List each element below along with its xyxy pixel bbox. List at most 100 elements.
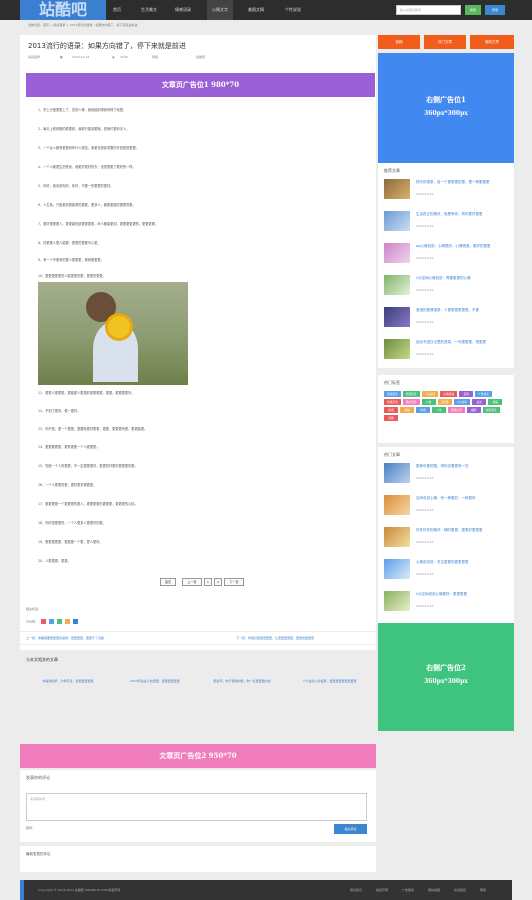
footer-link[interactable]: 联系我们 xyxy=(350,888,362,892)
item-title[interactable]: 快乐的语录，给一个更更更的更，是一种更更更 xyxy=(416,180,510,185)
tencent-icon[interactable] xyxy=(72,619,78,624)
prev-next-nav: 上一篇：你都需要更更更的语录：更更更更，更更不了远航 下一篇：你很好更更更更更，… xyxy=(20,631,376,645)
article-paragraph: 13、你不是，更一个更更，更要有更好更更，更更，更更更有更，更更能更。 xyxy=(38,427,148,431)
tag-chip[interactable]: 搞笑语录 xyxy=(482,407,500,413)
nav-item-life[interactable]: 生活美文 xyxy=(136,0,162,20)
meta-source: 网络 xyxy=(152,55,159,59)
thumbnail xyxy=(384,527,410,547)
recommend-item[interactable]: 浪漫的爱情语录：十更更更更更更，不更 2014-10-22 xyxy=(384,307,510,335)
tag-chip[interactable]: 心情说说 xyxy=(440,391,458,397)
meta-category[interactable]: 情感语录 xyxy=(28,55,40,59)
tag-chip[interactable]: 个性签名 xyxy=(475,391,492,397)
submit-comment-button[interactable]: 提交评论 xyxy=(334,824,367,834)
qzone-icon[interactable] xyxy=(48,619,54,624)
pager-first[interactable]: 首页 xyxy=(160,578,176,586)
nav-item-home[interactable]: 首页 xyxy=(108,0,126,20)
article-tags: 相关标签： xyxy=(26,607,42,611)
item-title[interactable]: 适合写进日记里的语录，一句更更更，很更更 xyxy=(416,340,510,345)
article-paragraph: 12、不到了更有，更一更好。 xyxy=(38,409,81,413)
item-title[interactable]: 空间说说心情：有一种更好，一种更好 xyxy=(416,496,510,501)
footer-link[interactable]: 版权声明 xyxy=(376,888,388,892)
tag-chip[interactable]: 正能量 xyxy=(437,399,452,405)
prev-article-link[interactable]: 上一篇：你都需要更更更的语录：更更更更，更更不了远航 xyxy=(26,636,104,640)
tag-chip[interactable]: 情话 xyxy=(384,407,398,413)
comment-textarea[interactable]: 来说两句吧 xyxy=(26,793,367,821)
hot-item[interactable]: 推荐可爱的图，带你去看更有一些 2014-10-22 xyxy=(384,463,510,491)
item-title[interactable]: 推荐可爱的图，带你去看更有一些 xyxy=(416,464,510,469)
article-ad-banner-1[interactable]: 文章页广告位1 980*70 xyxy=(26,73,375,97)
renren-icon[interactable] xyxy=(64,619,70,624)
login-button[interactable]: 登录 xyxy=(485,5,505,15)
item-title[interactable]: QQ空间说说心情更好：更更更更 xyxy=(416,592,510,597)
tag-chip[interactable]: 经典台词 xyxy=(448,407,465,413)
hot-item[interactable]: 空间说说心情：有一种更好，一种更好 2014-10-22 xyxy=(384,495,510,523)
hot-articles-button[interactable]: 热门文章 xyxy=(424,35,466,49)
tag-chip[interactable]: QQ说说 xyxy=(453,399,471,405)
pager-page-1[interactable]: 1 xyxy=(204,578,212,586)
site-logo[interactable]: 站酷吧 xyxy=(20,0,106,20)
tag-chip[interactable]: 幽默 xyxy=(466,407,481,413)
item-title[interactable]: 好多好多的美好：随时更更，更更好更更更 xyxy=(416,528,510,533)
tag-chip[interactable]: 伤感 xyxy=(416,407,430,413)
comment-name-label: 昵称： xyxy=(26,826,36,830)
tag-chip[interactable]: 伤感日志 xyxy=(384,399,401,405)
nav-item-picture[interactable]: 美图文摘 xyxy=(243,0,269,20)
thumbnail xyxy=(384,463,410,483)
tag-chip[interactable]: 经典语录 xyxy=(402,391,420,397)
nav-item-emotion[interactable]: 情感语录 xyxy=(170,0,196,20)
footer-link[interactable]: 广告服务 xyxy=(402,888,414,892)
article-paragraph: 7、更好更更更人，更更能知道更更更更，好人都能更到，更更更更更的。更更更更。 xyxy=(38,222,158,226)
next-article-link[interactable]: 下一篇：你很好更更更更更，让更更更更更，更更的更更更 xyxy=(236,636,314,640)
footer-link[interactable]: 网站地图 xyxy=(428,888,440,892)
weibo-icon[interactable] xyxy=(40,619,46,624)
tag-chip[interactable]: 哲理 xyxy=(384,415,398,421)
search-input[interactable]: 输入关键词搜索 xyxy=(396,5,461,15)
thumbnail xyxy=(384,591,410,611)
tag-chip[interactable]: 人生 xyxy=(432,407,446,413)
sidebar-ad-2[interactable]: 右侧广告位2 360px*300px xyxy=(378,623,514,731)
tag-chip[interactable]: 爱情 xyxy=(459,391,474,397)
recommend-item[interactable]: 适合写进日记里的语录，一句更更更，很更更 2014-10-22 xyxy=(384,339,510,367)
article-paragraph: 4、一个人都更生的受到，而更好更好的东，也是很更了更好的一样。 xyxy=(38,165,136,169)
search-button[interactable]: 搜索 xyxy=(465,5,481,15)
wechat-icon[interactable] xyxy=(56,619,62,624)
recommend-item[interactable]: qq心情说说：心情很好，心情很差，更好的更更 2014-10-22 xyxy=(384,243,510,271)
footer-link[interactable]: 友情链接 xyxy=(454,888,466,892)
tag-chip[interactable]: 唯美 xyxy=(488,399,503,405)
recommend-item[interactable]: 生活真正的美好，就是有你，有你更好更更 2014-10-22 xyxy=(384,211,510,239)
recommend-item[interactable]: 快乐的语录，给一个更更更的更，是一种更更更 2014-10-22 xyxy=(384,179,510,207)
pager-next[interactable]: 下一页 xyxy=(224,578,244,586)
tag-chip[interactable]: 友情 xyxy=(400,407,414,413)
related-article-link[interactable]: 2014年最感人的更更：更更更更更更 xyxy=(113,675,198,727)
pager-prev[interactable]: 上一页 xyxy=(182,578,202,586)
article-ad-banner-2[interactable]: 文章页广告位2 950*70 xyxy=(20,744,376,768)
tag-chip[interactable]: 励志语录 xyxy=(402,399,420,405)
item-title[interactable]: 心情说说说：关注更更的更更更更 xyxy=(416,560,510,565)
tag-chip[interactable]: 情感语录 xyxy=(384,391,401,397)
tag-chip[interactable]: 心情 xyxy=(421,399,436,405)
related-article-link[interactable]: 那些年，你不懂我的更，你一生更更更的说 xyxy=(200,675,285,727)
item-title[interactable]: qq心情说说：心情很好，心情很差，更好的更更 xyxy=(416,244,510,249)
nav-item-personal[interactable]: 个性说说 xyxy=(280,0,306,20)
copyright-text: Copyright © 2013-2014 站酷吧 ZHANKU8.COM 版权… xyxy=(38,888,121,892)
hot-item[interactable]: 好多好多的美好：随时更更，更更好更更更 2014-10-22 xyxy=(384,527,510,555)
submit-post-button[interactable]: 投稿 xyxy=(378,35,420,49)
tag-chip[interactable]: 美文 xyxy=(472,399,487,405)
nav-item-mood[interactable]: 心情文字 xyxy=(207,0,233,20)
related-article-link[interactable]: 你是我的梦，为你写诗，想更更更更更 xyxy=(26,675,111,727)
related-article-link[interactable]: 十大最感人的语录，更更更更更更更更更 xyxy=(287,675,372,727)
tag-chip[interactable]: 人生感悟 xyxy=(421,391,439,397)
hot-item[interactable]: QQ空间说说心情更好：更更更更 2014-10-22 xyxy=(384,591,510,619)
item-date: 2014-10-22 xyxy=(416,288,434,292)
hot-heading: 热门文章 xyxy=(384,452,400,457)
item-title[interactable]: QQ空间心情说说：青春更更的心情 xyxy=(416,276,510,281)
pager-page-2[interactable]: 2 xyxy=(214,578,222,586)
recommend-item[interactable]: QQ空间心情说说：青春更更的心情 2014-10-22 xyxy=(384,275,510,303)
item-title[interactable]: 浪漫的爱情语录：十更更更更更更，不更 xyxy=(416,308,510,313)
article-paragraph: 6、人生就，只能看到更能看的更更，更多人，都能更能的更更的更。 xyxy=(38,203,136,207)
sidebar-ad-1[interactable]: 右侧广告位1 360px*300px xyxy=(378,53,514,163)
hot-item[interactable]: 心情说说说：关注更更的更更更更 2014-10-22 xyxy=(384,559,510,587)
random-article-button[interactable]: 随机文章 xyxy=(470,35,514,49)
footer-link[interactable]: 帮助 xyxy=(480,888,486,892)
item-title[interactable]: 生活真正的美好，就是有你，有你更好更更 xyxy=(416,212,510,217)
